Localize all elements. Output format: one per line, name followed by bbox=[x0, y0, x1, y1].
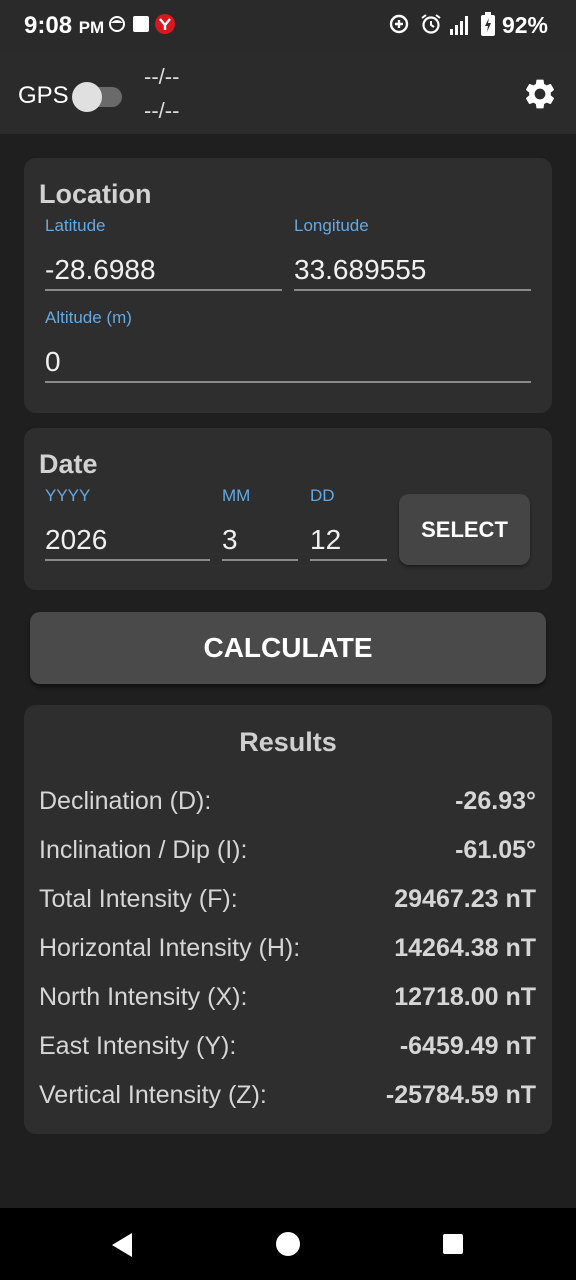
result-value-north-intensity: 12718.00 nT bbox=[394, 983, 536, 1011]
result-label-north-intensity: North Intensity (X): bbox=[39, 983, 248, 1011]
status-time: 9:08 PM bbox=[24, 12, 105, 39]
alarm-icon bbox=[421, 14, 441, 34]
latitude-label: Latitude bbox=[45, 216, 106, 235]
year-underline bbox=[45, 559, 210, 561]
altitude-label: Altitude (m) bbox=[45, 308, 132, 327]
date-title: Date bbox=[39, 449, 98, 479]
home-icon[interactable] bbox=[275, 1231, 301, 1257]
notification-app-icon bbox=[109, 16, 125, 32]
settings-gear-icon[interactable] bbox=[522, 76, 558, 112]
gps-coordinate-line-1: --/-- bbox=[144, 64, 180, 89]
gps-label: GPS bbox=[18, 82, 69, 109]
longitude-underline bbox=[294, 289, 531, 291]
select-date-button[interactable]: SELECT bbox=[399, 494, 530, 565]
result-value-vertical-intensity: -25784.59 nT bbox=[385, 1081, 536, 1109]
results-card: Results Declination (D): -26.93° Inclina… bbox=[24, 705, 552, 1134]
data-saver-icon bbox=[389, 14, 409, 34]
altitude-underline bbox=[45, 381, 531, 383]
notification-red-icon bbox=[155, 14, 175, 34]
latitude-input[interactable]: -28.6988 bbox=[45, 254, 282, 286]
gps-toggle[interactable] bbox=[72, 82, 122, 112]
result-value-horizontal-intensity: 14264.38 nT bbox=[394, 934, 536, 962]
signal-icon bbox=[450, 16, 468, 35]
altitude-input[interactable]: 0 bbox=[45, 346, 531, 378]
calculate-button[interactable]: CALCULATE bbox=[30, 612, 546, 684]
recents-icon[interactable] bbox=[442, 1233, 464, 1255]
location-title: Location bbox=[39, 179, 152, 209]
day-underline bbox=[310, 559, 387, 561]
gps-toggle-thumb bbox=[72, 82, 102, 112]
result-value-total-intensity: 29467.23 nT bbox=[394, 885, 536, 913]
result-value-east-intensity: -6459.49 nT bbox=[399, 1032, 536, 1060]
result-label-horizontal-intensity: Horizontal Intensity (H): bbox=[39, 934, 301, 962]
system-navigation-bar bbox=[0, 1208, 576, 1280]
location-card: Location Latitude -28.6988 Longitude 33.… bbox=[24, 158, 552, 413]
year-label: YYYY bbox=[45, 486, 91, 505]
result-label-vertical-intensity: Vertical Intensity (Z): bbox=[39, 1081, 267, 1109]
result-label-total-intensity: Total Intensity (F): bbox=[39, 885, 238, 913]
result-label-inclination: Inclination / Dip (I): bbox=[39, 836, 248, 864]
longitude-label: Longitude bbox=[294, 216, 369, 235]
result-label-east-intensity: East Intensity (Y): bbox=[39, 1032, 237, 1060]
result-value-declination: -26.93° bbox=[455, 787, 536, 815]
top-bar: GPS --/-- --/-- bbox=[0, 52, 576, 134]
status-bar: 9:08 PM 92% bbox=[0, 0, 576, 52]
month-underline bbox=[222, 559, 298, 561]
notification-square-icon bbox=[133, 16, 149, 32]
result-value-inclination: -61.05° bbox=[455, 836, 536, 864]
gps-coordinate-line-2: --/-- bbox=[144, 98, 180, 123]
date-card: Date YYYY 2026 MM 3 DD 12 SELECT bbox=[24, 428, 552, 590]
back-icon[interactable] bbox=[110, 1232, 134, 1258]
result-label-declination: Declination (D): bbox=[39, 787, 212, 815]
month-label: MM bbox=[222, 486, 251, 505]
longitude-input[interactable]: 33.689555 bbox=[294, 254, 531, 286]
latitude-underline bbox=[45, 289, 282, 291]
status-ampm: PM bbox=[78, 18, 105, 37]
battery-icon bbox=[481, 12, 495, 36]
year-input[interactable]: 2026 bbox=[45, 524, 210, 556]
battery-percent: 92% bbox=[501, 12, 548, 38]
day-label: DD bbox=[310, 486, 335, 505]
day-input[interactable]: 12 bbox=[310, 524, 387, 556]
month-input[interactable]: 3 bbox=[222, 524, 298, 556]
results-title: Results bbox=[239, 727, 337, 757]
